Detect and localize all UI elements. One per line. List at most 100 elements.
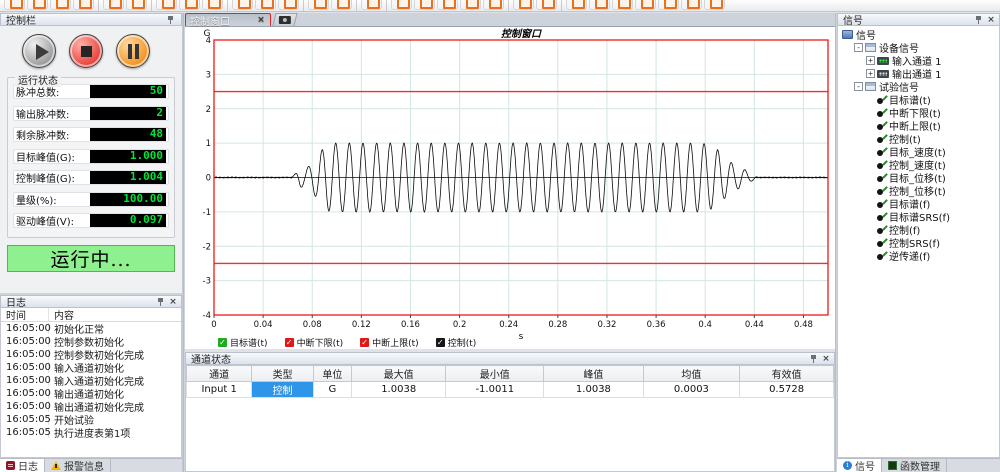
toolbar-button[interactable]: [589, 0, 610, 10]
channel-col-header: 最小值: [446, 366, 544, 382]
x-tick-label: 0.28: [548, 320, 567, 330]
toolbar-button[interactable]: [278, 0, 299, 10]
channel-cell: G: [313, 382, 351, 398]
toolbar-button[interactable]: [232, 0, 253, 10]
status-field-value: 1.004: [90, 171, 166, 184]
tab-报警信息[interactable]: 报警信息: [45, 459, 111, 472]
toolbar-button[interactable]: [704, 0, 725, 10]
toolbar-button[interactable]: [50, 0, 71, 10]
legend-checkbox[interactable]: ✓: [218, 338, 227, 347]
tab-函数管理[interactable]: 函数管理: [882, 459, 947, 472]
toolbar-separator: [151, 0, 152, 12]
toolbar-button[interactable]: [103, 0, 124, 10]
x-axis-label: s: [519, 332, 524, 342]
toolbar-button[interactable]: [681, 0, 702, 10]
toolbar-separator: [303, 0, 304, 12]
x-tick-label: 0.24: [499, 320, 518, 330]
x-tick-label: 0.32: [597, 320, 616, 330]
pin-icon[interactable]: [166, 15, 176, 25]
tab-label: 日志: [18, 458, 38, 472]
y-tick-label: 0: [206, 174, 211, 184]
channel-status-panel: 通道状态 × 通道类型单位最大值最小值峰值均值有效值 Input 1控制G1.0…: [185, 352, 835, 472]
toolbar-button[interactable]: [331, 0, 352, 10]
toolbar-button[interactable]: [460, 0, 481, 10]
expand-plus-icon[interactable]: +: [866, 56, 875, 65]
legend-item[interactable]: ✓目标谱(t): [218, 336, 268, 349]
close-icon[interactable]: ×: [986, 15, 996, 25]
toolbar-button[interactable]: [202, 0, 223, 10]
x-tick-label: 0.44: [745, 320, 764, 330]
toolbar-button[interactable]: [635, 0, 656, 10]
toolbar-button[interactable]: [73, 0, 94, 10]
toolbar-button[interactable]: [483, 0, 504, 10]
tab-日志[interactable]: 日志: [0, 459, 45, 472]
test-signals-icon: [865, 82, 876, 91]
channel-cell: 控制: [252, 382, 313, 398]
expand-minus-icon[interactable]: -: [854, 82, 863, 91]
control-bar-title: 控制栏: [6, 12, 36, 27]
signal-icon: [877, 225, 886, 234]
tab-close-icon[interactable]: ×: [256, 15, 266, 25]
channel-col-header: 通道: [187, 366, 252, 382]
pause-button[interactable]: [116, 34, 150, 68]
toolbar-button[interactable]: [513, 0, 534, 10]
legend-checkbox[interactable]: ✓: [360, 338, 369, 347]
signal-icon: [877, 212, 886, 221]
toolbar-button[interactable]: [27, 0, 48, 10]
legend-checkbox[interactable]: ✓: [285, 338, 294, 347]
channel-status-titlebar: 通道状态 ×: [185, 352, 835, 365]
status-field-label: 控制峰值(G):: [16, 170, 90, 185]
chart-legend: ✓目标谱(t)✓中断下限(t)✓中断上限(t)✓控制(t): [218, 336, 476, 348]
toolbar-button[interactable]: [437, 0, 458, 10]
toolbar-button[interactable]: [414, 0, 435, 10]
log-time: 16:05:00: [1, 388, 49, 399]
legend-item[interactable]: ✓中断下限(t): [285, 336, 344, 349]
status-field-value: 48: [90, 128, 166, 141]
signal-icon: [877, 160, 886, 169]
status-fields: 脉冲总数:50输出脉冲数:2剩余脉冲数:48目标峰值(G):1.000控制峰值(…: [13, 84, 169, 228]
legend-checkbox[interactable]: ✓: [436, 338, 445, 347]
toolbar-button[interactable]: [361, 0, 382, 10]
toolbar-button[interactable]: [658, 0, 679, 10]
y-tick-label: 3: [206, 70, 211, 80]
play-button[interactable]: [22, 34, 56, 68]
tree-item[interactable]: 逆传递(f): [838, 249, 999, 262]
tab-信号[interactable]: i信号: [837, 459, 882, 472]
run-status-group-title: 运行状态: [15, 72, 61, 87]
pin-icon[interactable]: [974, 15, 984, 25]
expand-minus-icon[interactable]: -: [854, 43, 863, 52]
warning-icon: [51, 461, 61, 470]
toolbar-button[interactable]: [308, 0, 329, 10]
status-field-value: 50: [90, 85, 166, 98]
running-status-box: 运行中...: [7, 245, 175, 272]
channel-row[interactable]: Input 1控制G1.0038-1.00111.00380.00030.572…: [187, 382, 834, 398]
control-bar-titlebar: 控制栏: [0, 13, 182, 26]
snapshot-button[interactable]: [272, 13, 297, 26]
toolbar-button[interactable]: [612, 0, 633, 10]
toolbar-button[interactable]: [156, 0, 177, 10]
legend-label: 中断上限(t): [372, 336, 419, 349]
legend-item[interactable]: ✓控制(t): [436, 336, 477, 349]
close-icon[interactable]: ×: [168, 297, 178, 307]
log-row[interactable]: 16:05:05执行进度表第1项: [1, 426, 181, 439]
toolbar-button[interactable]: [126, 0, 147, 10]
tab-control-window[interactable]: 控制窗口 ×: [185, 13, 271, 26]
toolbar-button[interactable]: [391, 0, 412, 10]
stop-button[interactable]: [69, 34, 103, 68]
pin-icon[interactable]: [156, 297, 166, 307]
signal-titlebar: 信号 ×: [837, 13, 1000, 26]
legend-item[interactable]: ✓中断上限(t): [360, 336, 419, 349]
transport-controls: [0, 26, 182, 68]
toolbar-button[interactable]: [255, 0, 276, 10]
close-icon[interactable]: ×: [821, 354, 831, 364]
pin-icon[interactable]: [809, 354, 819, 364]
toolbar-button[interactable]: [536, 0, 557, 10]
tab-label: 信号: [855, 458, 875, 472]
expand-plus-icon[interactable]: +: [866, 69, 875, 78]
toolbar-button[interactable]: [4, 0, 25, 10]
signal-icon: [877, 121, 886, 130]
tree-item-label: 信号: [856, 27, 876, 42]
toolbar-button[interactable]: [179, 0, 200, 10]
toolbar-button[interactable]: [566, 0, 587, 10]
y-tick-label: 1: [206, 139, 211, 149]
